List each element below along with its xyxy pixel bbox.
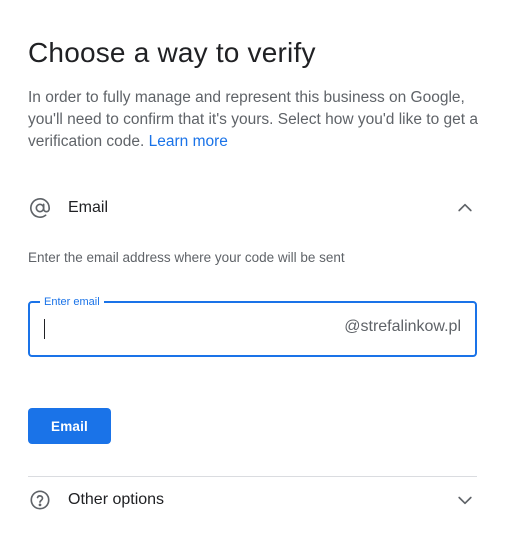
email-hint: Enter the email address where your code …: [28, 250, 345, 265]
intro-text: In order to fully manage and represent t…: [28, 87, 498, 153]
section-divider: [28, 476, 477, 477]
help-circle-icon: [28, 488, 52, 512]
email-field[interactable]: Enter email @strefalinkow.pl: [28, 295, 477, 357]
email-option-label: Email: [68, 199, 109, 216]
chevron-up-icon[interactable]: [453, 196, 477, 220]
at-sign-icon: [28, 196, 52, 220]
email-submit-button[interactable]: Email: [28, 408, 111, 444]
email-option-header[interactable]: Email: [28, 190, 477, 226]
other-options-header[interactable]: Other options: [28, 482, 477, 518]
learn-more-link[interactable]: Learn more: [149, 133, 228, 150]
other-options-label: Other options: [68, 491, 165, 508]
text-caret: [44, 319, 45, 339]
email-domain-suffix: @strefalinkow.pl: [344, 318, 461, 335]
chevron-down-icon[interactable]: [453, 488, 477, 512]
email-input[interactable]: [42, 303, 322, 355]
page-title: Choose a way to verify: [28, 36, 316, 68]
intro-body: In order to fully manage and represent t…: [28, 89, 478, 150]
